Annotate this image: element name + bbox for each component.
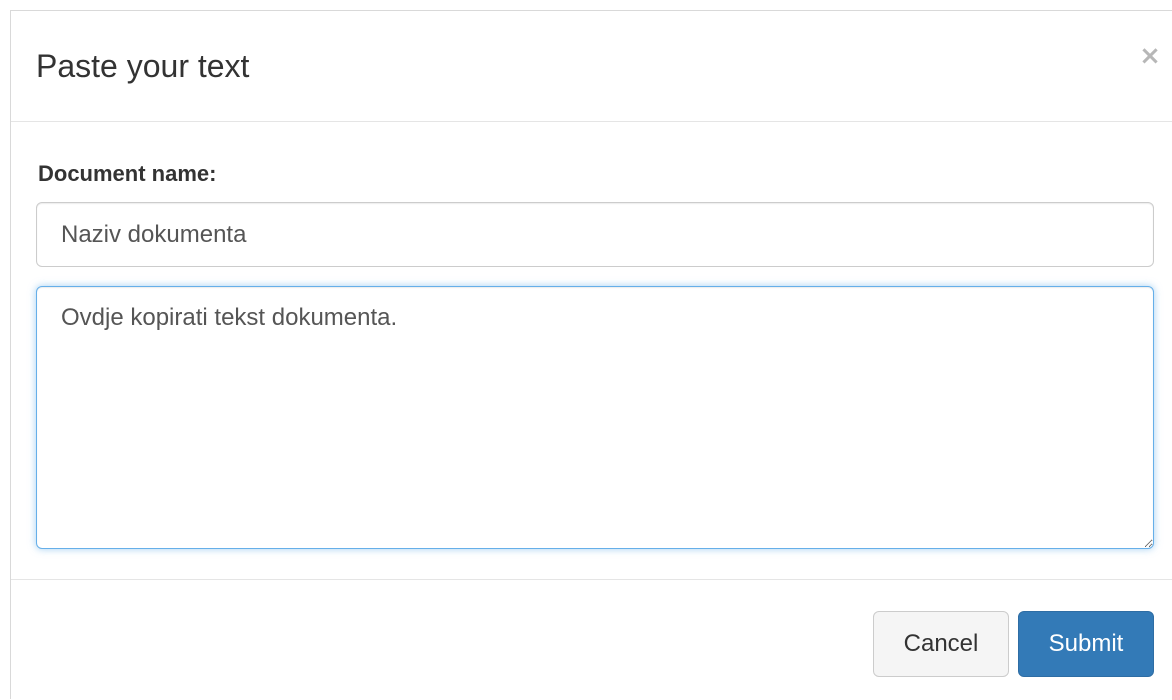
- submit-button[interactable]: Submit: [1018, 611, 1154, 677]
- document-name-input[interactable]: [36, 202, 1154, 267]
- dialog-title: Paste your text: [36, 48, 250, 84]
- dialog-header: Paste your text ×: [11, 11, 1172, 122]
- close-icon[interactable]: ×: [1128, 41, 1172, 71]
- dialog-footer: Cancel Submit: [11, 579, 1172, 700]
- dialog-body: Document name: Ovdje kopirati tekst doku…: [11, 123, 1172, 579]
- cancel-button[interactable]: Cancel: [873, 611, 1009, 677]
- document-text-area[interactable]: Ovdje kopirati tekst dokumenta.: [36, 286, 1154, 549]
- paste-text-dialog: Paste your text × Document name: Ovdje k…: [10, 10, 1172, 699]
- document-name-label: Document name:: [38, 161, 217, 186]
